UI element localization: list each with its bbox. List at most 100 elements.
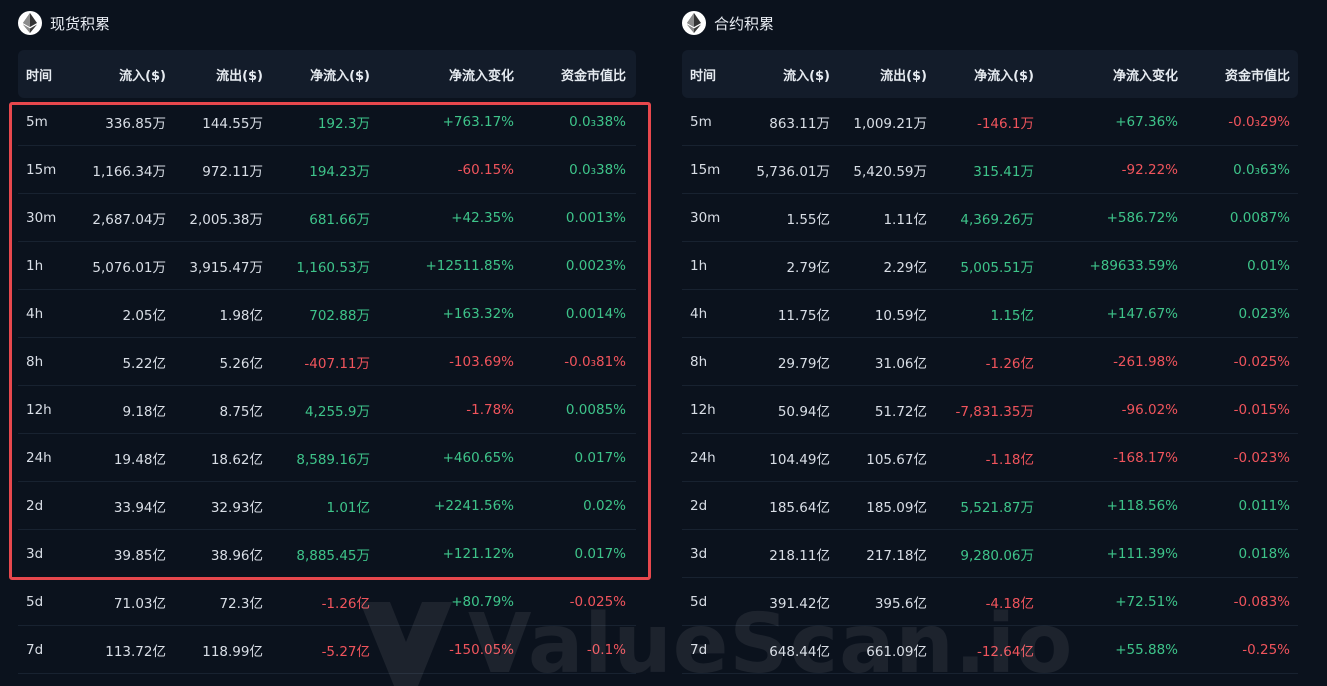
cell-net-change: +118.56%: [1106, 497, 1178, 514]
cell-inflow: 39.85亿: [113, 547, 166, 564]
cell-net-change: +586.72%: [1106, 209, 1178, 226]
cell-time: 5m: [26, 113, 48, 130]
cell-time: 4h: [26, 305, 44, 322]
table-row[interactable]: 1h 5,076.01万 3,915.47万 1,160.53万 +12511.85% 0…: [18, 242, 636, 290]
table-row[interactable]: 8h 29.79亿 31.06亿 -1.26亿 -261.98% -0.025%: [682, 338, 1298, 386]
cell-net-change: +89633.59%: [1089, 257, 1178, 274]
table-row[interactable]: 7d 648.44亿 661.09亿 -12.64亿 +55.88% -0.25%: [682, 626, 1298, 674]
cell-inflow: 2.79亿: [786, 259, 830, 276]
column-header-cap-ratio[interactable]: 资金市值比: [561, 50, 626, 98]
cell-cap-ratio: -0.083%: [1233, 593, 1290, 610]
cell-time: 5d: [690, 593, 708, 610]
table-row[interactable]: 24h 19.48亿 18.62亿 8,589.16万 +460.65% 0.017%: [18, 434, 636, 482]
cell-time: 2d: [26, 497, 44, 514]
table-row[interactable]: 2d 33.94亿 32.93亿 1.01亿 +2241.56% 0.02%: [18, 482, 636, 530]
ethereum-icon: [18, 11, 42, 35]
cell-inflow: 71.03亿: [113, 595, 166, 612]
cell-time: 1h: [690, 257, 708, 274]
cell-inflow: 5,076.01万: [92, 259, 166, 276]
cell-outflow: 395.6亿: [874, 595, 927, 612]
cell-cap-ratio: 0.0085%: [565, 401, 626, 418]
column-header-net-change[interactable]: 净流入变化: [449, 50, 514, 98]
cell-cap-ratio: -0.0₃81%: [564, 353, 626, 370]
column-header-time[interactable]: 时间: [690, 50, 716, 98]
table-row[interactable]: 5d 391.42亿 395.6亿 -4.18亿 +72.51% -0.083%: [682, 578, 1298, 626]
cell-cap-ratio: 0.0₃38%: [569, 161, 626, 178]
column-header-outflow[interactable]: 流出($): [216, 50, 263, 98]
cell-net-change: -150.05%: [449, 641, 514, 658]
column-header-inflow[interactable]: 流入($): [119, 50, 166, 98]
table-body: 5m 863.11万 1,009.21万 -146.1万 +67.36% -0.0₃29%…: [682, 98, 1298, 674]
cell-cap-ratio: -0.0₃29%: [1228, 113, 1290, 130]
cell-net-change: +42.35%: [451, 209, 514, 226]
cell-inflow: 11.75亿: [777, 307, 830, 324]
table-row[interactable]: 30m 2,687.04万 2,005.38万 681.66万 +42.35% 0.001…: [18, 194, 636, 242]
cell-time: 15m: [690, 161, 721, 178]
table-row[interactable]: 1h 2.79亿 2.29亿 5,005.51万 +89633.59% 0.01%: [682, 242, 1298, 290]
cell-outflow: 8.75亿: [219, 403, 263, 420]
column-header-net-inflow[interactable]: 净流入($): [974, 50, 1034, 98]
column-header-net-change[interactable]: 净流入变化: [1113, 50, 1178, 98]
cell-net-inflow: -5.27亿: [321, 643, 370, 660]
cell-net-change: -168.17%: [1113, 449, 1178, 466]
column-header-inflow[interactable]: 流入($): [783, 50, 830, 98]
table-row[interactable]: 12h 9.18亿 8.75亿 4,255.9万 -1.78% 0.0085%: [18, 386, 636, 434]
cell-net-change: -96.02%: [1121, 401, 1178, 418]
cell-cap-ratio: 0.0₃63%: [1233, 161, 1290, 178]
cell-inflow: 1.55亿: [786, 211, 830, 228]
cell-outflow: 105.67亿: [866, 451, 927, 468]
table-row[interactable]: 12h 50.94亿 51.72亿 -7,831.35万 -96.02% -0.015%: [682, 386, 1298, 434]
table-row[interactable]: 7d 113.72亿 118.99亿 -5.27亿 -150.05% -0.1%: [18, 626, 636, 674]
column-header-net-inflow[interactable]: 净流入($): [310, 50, 370, 98]
cell-net-change: +80.79%: [451, 593, 514, 610]
panel-header: 合约积累: [682, 10, 774, 36]
cell-net-inflow: 315.41万: [973, 163, 1034, 180]
table-row[interactable]: 24h 104.49亿 105.67亿 -1.18亿 -168.17% -0.023%: [682, 434, 1298, 482]
cell-outflow: 38.96亿: [210, 547, 263, 564]
cell-outflow: 18.62亿: [210, 451, 263, 468]
column-header-cap-ratio[interactable]: 资金市值比: [1225, 50, 1290, 98]
table-row[interactable]: 2d 185.64亿 185.09亿 5,521.87万 +118.56% 0.011%: [682, 482, 1298, 530]
column-header-time[interactable]: 时间: [26, 50, 52, 98]
cell-cap-ratio: -0.025%: [569, 593, 626, 610]
table-row[interactable]: 3d 218.11亿 217.18亿 9,280.06万 +111.39% 0.018%: [682, 530, 1298, 578]
cell-time: 5m: [690, 113, 712, 130]
table-row[interactable]: 15m 1,166.34万 972.11万 194.23万 -60.15% 0.0₃38%: [18, 146, 636, 194]
cell-net-change: -261.98%: [1113, 353, 1178, 370]
cell-outflow: 1,009.21万: [853, 115, 927, 132]
column-header-outflow[interactable]: 流出($): [880, 50, 927, 98]
cell-outflow: 118.99亿: [202, 643, 263, 660]
cell-net-inflow: 4,255.9万: [304, 403, 370, 420]
cell-time: 8h: [26, 353, 44, 370]
table-row[interactable]: 30m 1.55亿 1.11亿 4,369.26万 +586.72% 0.0087%: [682, 194, 1298, 242]
table-row[interactable]: 15m 5,736.01万 5,420.59万 315.41万 -92.22% 0.0₃6…: [682, 146, 1298, 194]
cell-cap-ratio: 0.023%: [1238, 305, 1290, 322]
cell-net-inflow: -12.64亿: [976, 643, 1034, 660]
cell-time: 24h: [690, 449, 716, 466]
table-row[interactable]: 4h 2.05亿 1.98亿 702.88万 +163.32% 0.0014%: [18, 290, 636, 338]
cell-cap-ratio: -0.025%: [1233, 353, 1290, 370]
cell-net-change: -60.15%: [457, 161, 514, 178]
cell-time: 3d: [690, 545, 708, 562]
table-row[interactable]: 5d 71.03亿 72.3亿 -1.26亿 +80.79% -0.025%: [18, 578, 636, 626]
cell-cap-ratio: 0.018%: [1238, 545, 1290, 562]
table-row[interactable]: 4h 11.75亿 10.59亿 1.15亿 +147.67% 0.023%: [682, 290, 1298, 338]
table-row[interactable]: 5m 336.85万 144.55万 192.3万 +763.17% 0.0₃38%: [18, 98, 636, 146]
cell-outflow: 1.11亿: [883, 211, 927, 228]
table-row[interactable]: 8h 5.22亿 5.26亿 -407.11万 -103.69% -0.0₃81%: [18, 338, 636, 386]
cell-outflow: 144.55万: [202, 115, 263, 132]
cell-inflow: 648.44亿: [769, 643, 830, 660]
cell-net-inflow: 8,885.45万: [296, 547, 370, 564]
cell-outflow: 185.09亿: [866, 499, 927, 516]
cell-outflow: 5,420.59万: [853, 163, 927, 180]
cell-outflow: 972.11万: [202, 163, 263, 180]
table-row[interactable]: 3d 39.85亿 38.96亿 8,885.45万 +121.12% 0.017%: [18, 530, 636, 578]
cell-cap-ratio: 0.0087%: [1229, 209, 1290, 226]
cell-net-inflow: -1.26亿: [321, 595, 370, 612]
cell-outflow: 5.26亿: [219, 355, 263, 372]
cell-net-change: +111.39%: [1106, 545, 1178, 562]
page: 现货积累 时间 流入($) 流出($) 净流入($) 净流入变化 资金市值比 5…: [0, 0, 1327, 686]
table-row[interactable]: 5m 863.11万 1,009.21万 -146.1万 +67.36% -0.0₃29%: [682, 98, 1298, 146]
cell-inflow: 2.05亿: [122, 307, 166, 324]
cell-cap-ratio: 0.0014%: [565, 305, 626, 322]
